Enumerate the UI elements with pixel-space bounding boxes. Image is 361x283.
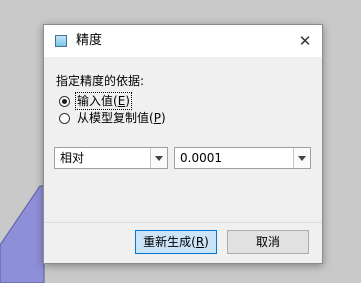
cancel-button[interactable]: 取消 (227, 230, 309, 254)
precision-mode-dropdown[interactable]: 相对 (54, 147, 168, 169)
dialog-app-icon (55, 35, 67, 47)
radio-copy-from-model[interactable]: 从模型复制值(P) (59, 110, 167, 126)
title-bar[interactable]: 精度 ✕ (44, 25, 322, 57)
precision-value-combobox[interactable]: 0.0001 (174, 147, 311, 169)
dialog-title: 精度 (76, 33, 103, 48)
radio-button-unchecked[interactable] (59, 113, 70, 124)
chevron-down-icon[interactable] (150, 148, 167, 168)
precision-mode-value: 相对 (60, 151, 85, 165)
button-bar: 重新生成(R) 取消 (44, 222, 322, 263)
chevron-down-icon[interactable] (293, 148, 310, 168)
radio-copy-from-model-label[interactable]: 从模型复制值(P) (76, 110, 167, 126)
close-icon[interactable]: ✕ (294, 30, 316, 52)
radio-enter-value[interactable]: 输入值(E) (59, 92, 132, 110)
precision-basis-label: 指定精度的依据: (56, 74, 145, 88)
precision-dialog: 精度 ✕ 指定精度的依据: 输入值(E) 从模型复制值(P) 相对 0.0001… (43, 24, 323, 264)
dialog-body: 指定精度的依据: 输入值(E) 从模型复制值(P) 相对 0.0001 (44, 57, 322, 223)
precision-value-text[interactable]: 0.0001 (180, 151, 222, 165)
radio-button-checked[interactable] (59, 96, 70, 107)
regenerate-button[interactable]: 重新生成(R) (135, 230, 217, 254)
radio-enter-value-label[interactable]: 输入值(E) (75, 92, 132, 110)
